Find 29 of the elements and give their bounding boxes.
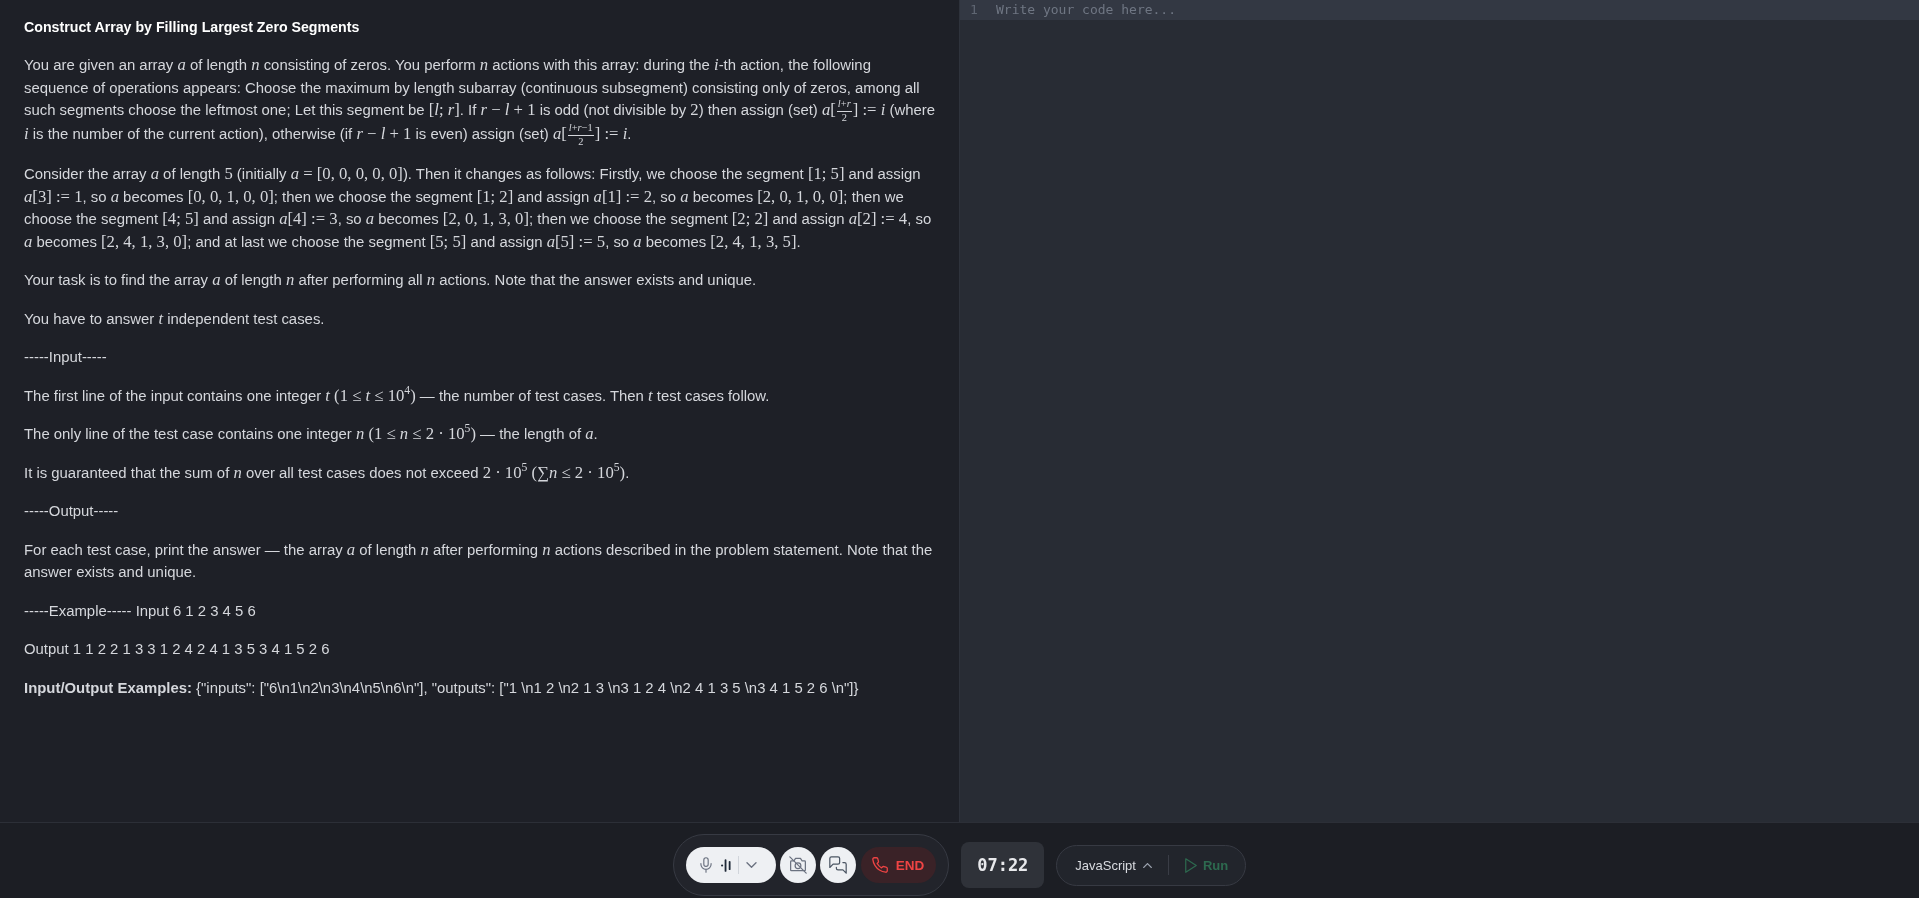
- phone-icon: [871, 857, 888, 873]
- statement-paragraph: Output 1 1 2 2 1 3 3 1 2 4 2 4 1 3 5 3 4 1 5 2 6: [24, 640, 331, 659]
- statement-paragraph: For each test case, print the answer — the array a of length n after performing n actions described in the problem statement. Note that the answer exists and unique.: [24, 538, 934, 582]
- code-input-field[interactable]: Write your code here...: [996, 0, 1919, 822]
- statement-paragraph: You have to answer t independent test cases.: [24, 307, 326, 330]
- microphone-button[interactable]: [697, 857, 714, 873]
- chevron-down-icon: [745, 862, 757, 868]
- end-call-button[interactable]: END: [860, 847, 937, 883]
- statement-paragraph: It is guaranteed that the sum of n over all test cases does not exceed 2 · 10$^{5}$ (∑n ≤ 2 · 10$^{5}$).: [24, 461, 631, 484]
- chat-button[interactable]: [819, 847, 856, 883]
- statement-paragraph: Input/Output Examples: {"inputs": ["6\n1\n2\n3\n4\n5\n6\n"], "outputs": ["1 \n1 2 \n2 1 3 \n3 1 2 4 \n2 4 1 3 5 \n3 4 1 5 2 6 \n"]}: [24, 678, 860, 698]
- audio-level-icon: [720, 858, 731, 872]
- statement-paragraph: Consider the array a of length 5 (initially a = [0, 0, 0, 0, 0]). Then it changes as follows: Firstly, we choose the segment [1; 5] and assign a[3] := 1, so a becomes [0, 0, 1, 0, 0]; then we choose the segment [1; 2] and assign a[1] := 2, so a becomes [2, 0, 1, 0, 0]; then we choose the segment [4; 5] and assign a[4] := 3, so a becomes [2, 0, 1, 3, 0]; then we choose the segment [2; 2] and assign a[2] := 4, so a becomes [2, 4, 1, 3, 0]; and at last we choose the segment [5; 5] and assign a[5] := 5, so a becomes [2, 4, 1, 3, 5].: [24, 163, 933, 253]
- statement-paragraph: -----Output-----: [24, 502, 120, 521]
- camera-off-icon: [788, 856, 807, 874]
- camera-toggle-button[interactable]: [779, 847, 816, 883]
- statement-paragraph: The first line of the input contains one integer t (1 ≤ t ≤ 10$^{4}$) — the number of test cases. Then t test cases follow.: [24, 384, 771, 407]
- statement-paragraph: Your task is to find the array a of length n after performing all n actions. Note that the answer exists and unique.: [24, 269, 758, 291]
- statement-paragraph: -----Input-----: [24, 348, 108, 367]
- chat-bubbles-icon: [828, 856, 847, 874]
- microphone-icon: [697, 857, 714, 873]
- language-dropdown[interactable]: JavaScript: [1075, 857, 1152, 873]
- statement-paragraph: -----Example----- Input 6 1 2 3 4 5 6: [24, 601, 257, 621]
- play-icon: [1184, 857, 1197, 873]
- device-menu-button[interactable]: [745, 862, 757, 868]
- call-timer: 07:22: [961, 842, 1045, 888]
- problem-title: Construct Array by Filling Largest Zero Segments: [24, 18, 361, 37]
- chevron-up-icon: [1142, 862, 1152, 868]
- statement-paragraph: The only line of the test case contains one integer n (1 ≤ n ≤ 2 · 10$^{5}$) — the length of a.: [24, 423, 599, 445]
